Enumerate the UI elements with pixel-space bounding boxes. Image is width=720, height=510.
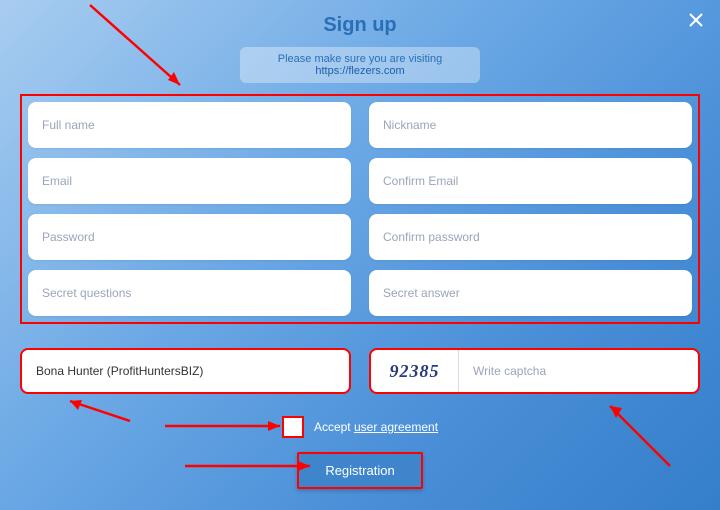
email-field-wrap <box>28 158 351 204</box>
secret-question-field-wrap <box>28 270 351 316</box>
captcha-image: 92385 <box>371 350 459 392</box>
confirm-email-field-wrap <box>369 158 692 204</box>
upline-field[interactable]: Bona Hunter (ProfitHuntersBIZ) <box>20 348 351 394</box>
user-agreement-link[interactable]: user agreement <box>354 420 438 434</box>
page-title: Sign up <box>0 0 720 37</box>
fullname-field-wrap <box>28 102 351 148</box>
captcha-input[interactable] <box>459 364 698 378</box>
secret-question-input[interactable] <box>42 286 337 300</box>
nickname-input[interactable] <box>383 118 678 132</box>
nickname-field-wrap <box>369 102 692 148</box>
accept-label: Accept <box>314 420 351 434</box>
registration-button[interactable]: Registration <box>297 452 422 489</box>
fullname-input[interactable] <box>42 118 337 132</box>
confirm-email-input[interactable] <box>383 174 678 188</box>
confirm-password-input[interactable] <box>383 230 678 244</box>
secret-answer-field-wrap <box>369 270 692 316</box>
notice-text: Please make sure you are visiting <box>248 53 472 65</box>
close-button[interactable] <box>686 10 706 30</box>
password-field-wrap <box>28 214 351 260</box>
visiting-notice: Please make sure you are visiting https:… <box>240 47 480 83</box>
notice-url[interactable]: https://flezers.com <box>315 65 404 77</box>
agreement-checkbox[interactable] <box>282 416 304 438</box>
password-input[interactable] <box>42 230 337 244</box>
upline-value: Bona Hunter (ProfitHuntersBIZ) <box>36 364 203 378</box>
email-input[interactable] <box>42 174 337 188</box>
captcha-group: 92385 <box>369 348 700 394</box>
secret-answer-input[interactable] <box>383 286 678 300</box>
confirm-password-field-wrap <box>369 214 692 260</box>
signup-form <box>20 94 700 324</box>
agreement-row: Accept user agreement <box>0 416 720 438</box>
close-icon <box>688 12 704 28</box>
